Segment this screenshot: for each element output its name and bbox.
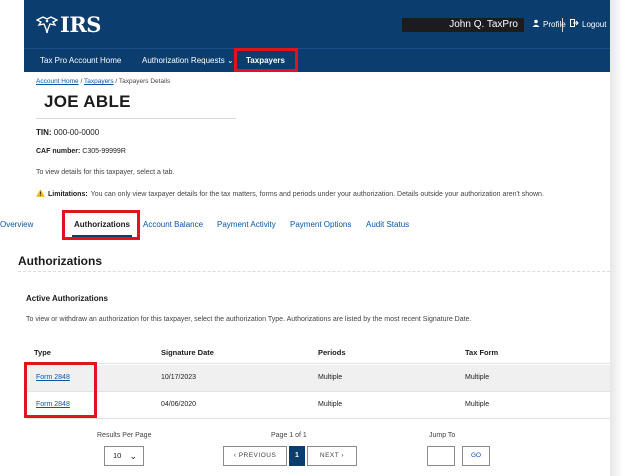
signature-date-cell: 10/17/2023 <box>161 374 197 381</box>
column-header-signature-date: Signature Date <box>161 348 214 357</box>
section-divider <box>18 271 610 272</box>
tab-overview[interactable]: Overview <box>0 212 33 238</box>
chevron-right-icon: › <box>341 452 345 459</box>
tab-audit-status[interactable]: Audit Status <box>366 212 409 238</box>
breadcrumb-current: Taxpayers Details <box>118 78 171 85</box>
breadcrumb: Account Home / Taxpayers / Taxpayers Det… <box>36 78 170 85</box>
authorizations-instruction: To view or withdraw an authorization for… <box>26 316 472 323</box>
taxpayer-name: JOE ABLE <box>44 92 131 111</box>
tab-account-balance[interactable]: Account Balance <box>143 212 203 238</box>
profile-link[interactable]: Profile <box>532 18 566 32</box>
tab-payment-options[interactable]: Payment Options <box>290 212 351 238</box>
tab-payment-activity[interactable]: Payment Activity <box>217 212 276 238</box>
column-header-type: Type <box>34 348 51 357</box>
breadcrumb-separator: / <box>115 78 118 85</box>
signature-date-cell: 04/06/2020 <box>161 401 197 408</box>
user-icon <box>532 18 540 32</box>
tax-form-cell: Multiple <box>465 374 490 381</box>
next-page-button[interactable]: NEXT › <box>307 446 357 466</box>
user-name-display: John Q. TaxPro <box>402 18 524 32</box>
jump-to-page-input[interactable] <box>427 446 455 466</box>
limitations-text: You can only view taxpayer details for t… <box>90 190 544 198</box>
caf-row: CAF number: C305-99999R <box>36 148 126 155</box>
column-header-tax-form: Tax Form <box>465 348 499 357</box>
nav-authorization-requests[interactable]: Authorization Requests ⌄ <box>142 49 234 72</box>
irs-eagle-icon <box>35 14 59 34</box>
page-indicator: Page 1 of 1 <box>271 432 307 439</box>
results-per-page-label: Results Per Page <box>97 432 152 439</box>
column-header-periods: Periods <box>318 348 346 357</box>
tin-value: 000-00-0000 <box>53 128 100 137</box>
results-per-page-select[interactable]: 10 ⌄ <box>104 446 144 466</box>
section-title: Authorizations <box>18 254 102 268</box>
table-header-divider <box>26 363 610 364</box>
tin-row: TIN: 000-00-0000 <box>36 128 99 137</box>
next-label: NEXT <box>319 452 340 459</box>
breadcrumb-taxpayers[interactable]: Taxpayers <box>84 78 114 85</box>
table-row-divider <box>26 418 610 419</box>
header-divider <box>562 18 563 32</box>
go-button[interactable]: GO <box>462 446 490 466</box>
chevron-down-icon: ⌄ <box>226 56 234 65</box>
page-edge-shadow <box>610 0 623 476</box>
tab-hint: To view details for this taxpayer, selec… <box>36 169 175 176</box>
caf-value: C305-99999R <box>82 148 126 155</box>
breadcrumb-account-home[interactable]: Account Home <box>36 78 79 85</box>
table-row: Form 2848 04/06/2020 Multiple Multiple <box>26 392 610 418</box>
periods-cell: Multiple <box>318 374 343 381</box>
caf-label: CAF number: <box>36 148 81 155</box>
irs-logo[interactable]: IRS <box>35 10 101 38</box>
divider <box>36 118 236 119</box>
highlight-box-authorizations-tab <box>62 210 140 240</box>
logout-link[interactable]: Logout <box>570 18 606 32</box>
highlight-box-taxpayers-nav <box>234 48 298 72</box>
highlight-box-form-links <box>24 362 97 418</box>
logout-icon <box>570 18 579 32</box>
nav-tax-pro-home[interactable]: Tax Pro Account Home <box>40 49 121 72</box>
limitations-alert: Limitations: You can only view taxpayer … <box>36 189 544 199</box>
logo-text: IRS <box>60 11 101 37</box>
tax-form-cell: Multiple <box>465 401 490 408</box>
results-per-page-value: 10 <box>113 451 122 460</box>
previous-label: PREVIOUS <box>238 452 277 459</box>
main-nav: Tax Pro Account Home Authorization Reque… <box>24 48 610 72</box>
limitations-label: Limitations: <box>48 190 88 198</box>
nav-authorization-requests-label: Authorization Requests <box>142 56 225 65</box>
tin-label: TIN: <box>36 128 52 137</box>
chevron-left-icon: ‹ <box>233 452 237 459</box>
top-header: IRS John Q. TaxPro Profile Logout <box>24 0 610 48</box>
logout-label: Logout <box>582 20 607 29</box>
warning-icon <box>36 189 45 199</box>
breadcrumb-separator: / <box>80 78 83 85</box>
periods-cell: Multiple <box>318 401 343 408</box>
previous-page-button[interactable]: ‹ PREVIOUS <box>223 446 287 466</box>
table-row: Form 2848 10/17/2023 Multiple Multiple <box>26 365 610 391</box>
chevron-down-icon: ⌄ <box>129 451 137 461</box>
active-authorizations-heading: Active Authorizations <box>26 294 108 303</box>
current-page-number[interactable]: 1 <box>289 446 305 466</box>
jump-to-label: Jump To <box>429 432 456 439</box>
